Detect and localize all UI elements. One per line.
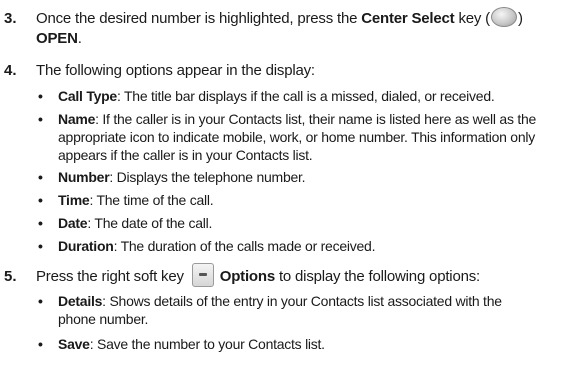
- step-5: 5. Press the right soft key Options to di…: [4, 263, 480, 287]
- bullet-icon: •: [38, 111, 43, 127]
- step-3-continuation: OPEN.: [36, 30, 82, 47]
- bullet-icon: •: [38, 336, 43, 352]
- bullet-icon: •: [38, 215, 43, 231]
- step-number: 4.: [4, 62, 17, 79]
- right-soft-key-icon: [191, 263, 214, 287]
- step-3: 3. Once the desired number is highlighted…: [4, 7, 523, 29]
- step-text: Press the right soft key Options to disp…: [36, 263, 480, 287]
- center-select-key-icon: [490, 7, 517, 27]
- step-number: 3.: [4, 10, 17, 27]
- manual-page: 3. Once the desired number is highlighted…: [0, 0, 585, 380]
- bullet-icon: •: [38, 192, 43, 208]
- bullet-icon: •: [38, 169, 43, 185]
- bullet-icon: •: [38, 238, 43, 254]
- step-text: The following options appear in the disp…: [36, 62, 315, 79]
- bullet-icon: •: [38, 88, 43, 104]
- step-4: 4. The following options appear in the di…: [4, 61, 315, 81]
- bullet-icon: •: [38, 293, 43, 309]
- step-text: Once the desired number is highlighted, …: [36, 7, 523, 27]
- step-number: 5.: [4, 268, 17, 285]
